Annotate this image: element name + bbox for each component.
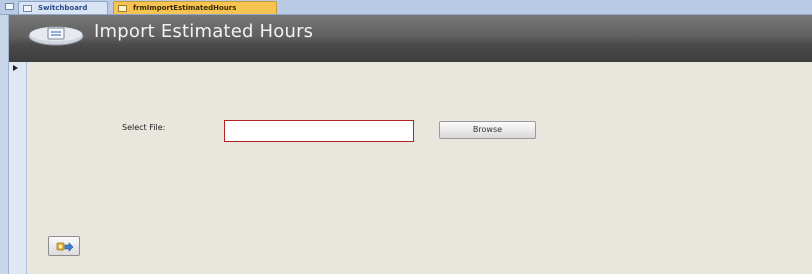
- select-file-label: Select File:: [122, 123, 166, 132]
- tab-frm-import-estimated-hours[interactable]: frmImportEstimatedHours: [113, 1, 277, 14]
- navigation-pane-icon[interactable]: [5, 3, 14, 10]
- run-import-icon: [56, 242, 74, 252]
- form-icon: [118, 4, 127, 12]
- record-selector[interactable]: [9, 62, 27, 274]
- page-title: Import Estimated Hours: [94, 21, 314, 42]
- browse-button[interactable]: Browse: [439, 121, 536, 139]
- document-tab-bar: Switchboard frmImportEstimatedHours: [0, 0, 812, 15]
- current-record-arrow-icon: [13, 65, 18, 71]
- window-left-edge: [0, 15, 9, 274]
- form-detail-section: Select File: Browse: [27, 62, 812, 274]
- run-import-button[interactable]: [48, 236, 80, 256]
- form-header: Import Estimated Hours: [9, 15, 812, 62]
- form-logo-icon: [28, 26, 84, 46]
- file-path-input[interactable]: [224, 120, 414, 142]
- tab-label: Switchboard: [38, 4, 88, 12]
- tab-switchboard[interactable]: Switchboard: [18, 1, 108, 14]
- form-icon: [23, 4, 32, 12]
- tab-label: frmImportEstimatedHours: [133, 4, 237, 12]
